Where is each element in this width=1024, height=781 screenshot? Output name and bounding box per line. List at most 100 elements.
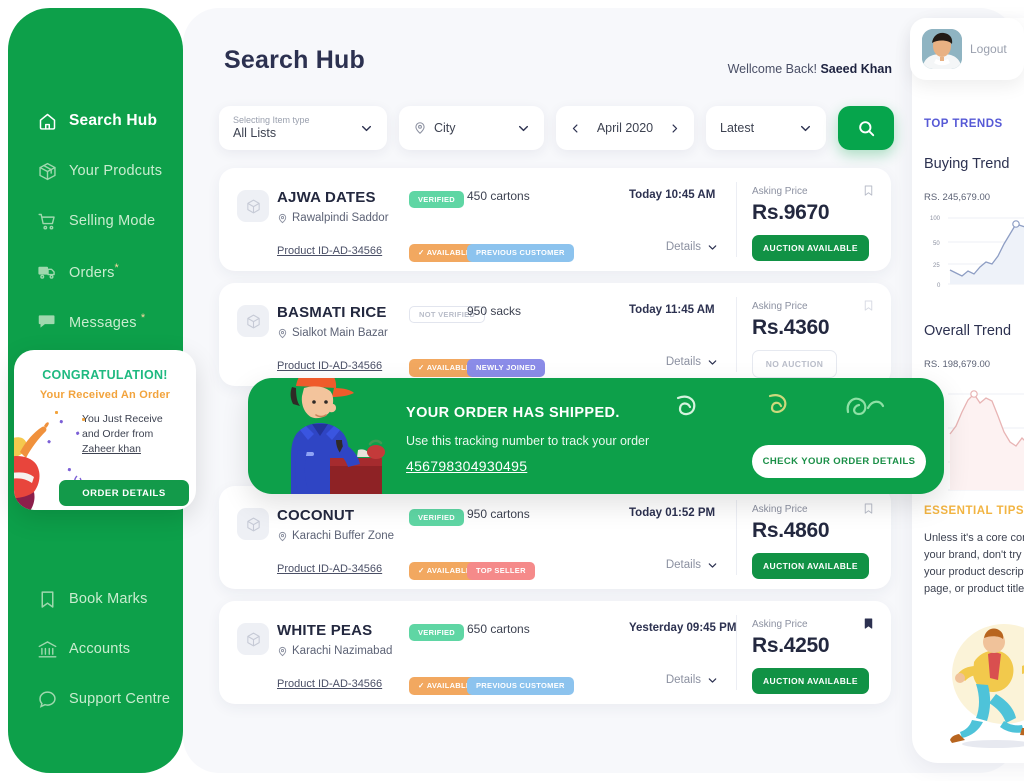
- details-label: Details: [665, 356, 701, 368]
- bookmark-icon[interactable]: [862, 616, 875, 636]
- auction-action-button[interactable]: AUCTION AVAILABLE: [752, 235, 869, 261]
- product-location-text: Sialkot Main Bazar: [292, 327, 388, 339]
- chevron-down-icon: [801, 125, 810, 131]
- product-card[interactable]: BASMATI RICE Sialkot Main Bazar NOT VERI…: [219, 283, 891, 386]
- chevron-down-icon: [708, 677, 717, 683]
- chevron-down-icon: [708, 359, 717, 365]
- app-root: Search Hub Your Prodcuts Selling Mode Or…: [0, 0, 1024, 781]
- details-toggle[interactable]: Details: [666, 559, 718, 571]
- location-pin-icon: [278, 213, 287, 223]
- sort-select[interactable]: Latest: [706, 106, 826, 150]
- asking-price-value: Rs.9670: [752, 201, 830, 224]
- details-toggle[interactable]: Details: [666, 241, 718, 253]
- location-pin-icon: [278, 531, 287, 541]
- product-location: Karachi Buffer Zone: [277, 530, 394, 542]
- bookmark-icon[interactable]: [862, 501, 875, 521]
- sidebar-item-book-marks[interactable]: Book Marks: [8, 574, 183, 624]
- auction-action-button[interactable]: AUCTION AVAILABLE: [752, 668, 869, 694]
- details-toggle[interactable]: Details: [666, 356, 718, 368]
- chevron-right-icon[interactable]: [669, 122, 680, 135]
- page-title: Search Hub: [224, 46, 365, 74]
- product-quantity: 950 cartons: [467, 507, 530, 521]
- details-toggle[interactable]: Details: [666, 674, 718, 686]
- month-value: April 2020: [596, 121, 654, 135]
- product-name: AJWA DATES: [277, 189, 376, 206]
- ship-banner-subtitle: Use this tracking number to track your o…: [406, 434, 650, 448]
- sidebar-item-orders[interactable]: Orders*: [8, 246, 183, 296]
- sidebar-item-label: Selling Mode: [69, 213, 156, 229]
- filter-bar: Selecting Item type All Lists City April…: [219, 106, 894, 150]
- customer-type-badge: PREVIOUS CUSTOMER: [467, 676, 574, 695]
- product-card[interactable]: AJWA DATES Rawalpindi Saddor VERIFIED 45…: [219, 168, 891, 271]
- sidebar-item-label: Orders*: [69, 261, 119, 281]
- tracking-number-link[interactable]: 456798304930495: [406, 458, 527, 474]
- product-id-link[interactable]: Product ID-AD-34566: [277, 360, 382, 372]
- product-location: Rawalpindi Saddor: [277, 212, 389, 224]
- verified-badge: VERIFIED: [409, 191, 464, 208]
- home-icon: [36, 110, 58, 132]
- auction-action-button[interactable]: NO AUCTION: [752, 350, 837, 378]
- bookmark-icon[interactable]: [862, 298, 875, 318]
- asking-price-value: Rs.4250: [752, 634, 830, 657]
- svg-text:50: 50: [933, 241, 940, 247]
- box-icon: [246, 632, 260, 646]
- product-id-link[interactable]: Product ID-AD-34566: [277, 678, 382, 690]
- sidebar-item-selling-mode[interactable]: Selling Mode: [8, 196, 183, 246]
- congratulation-card: CONGRATULATION! Your Received An Order Y…: [14, 350, 196, 510]
- box-icon: [36, 160, 58, 182]
- customer-type-badge: PREVIOUS CUSTOMER: [467, 243, 574, 262]
- decorative-squiggles: [676, 394, 885, 416]
- svg-text:0: 0: [937, 283, 941, 289]
- item-type-select[interactable]: Selecting Item type All Lists: [219, 106, 387, 150]
- customer-type-badge: TOP SELLER: [467, 561, 535, 580]
- buying-trend-title: Buying Trend: [924, 156, 1010, 172]
- search-icon: [858, 120, 874, 136]
- essential-tips-heading: ESSENTIAL TIPS: [924, 505, 1024, 517]
- top-trends-heading: TOP TRENDS: [924, 118, 1003, 130]
- logout-button[interactable]: Logout: [970, 42, 1007, 56]
- auction-action-button[interactable]: AUCTION AVAILABLE: [752, 553, 869, 579]
- truck-icon: [36, 260, 58, 282]
- product-card[interactable]: WHITE PEAS Karachi Nazimabad VERIFIED 65…: [219, 601, 891, 704]
- check-order-details-button[interactable]: CHECK YOUR ORDER DETAILS: [752, 445, 926, 478]
- essential-tips-text: Unless it's a core component of your bra…: [924, 532, 1024, 595]
- sidebar-item-your-products[interactable]: Your Prodcuts: [8, 146, 183, 196]
- product-id-link[interactable]: Product ID-AD-34566: [277, 245, 382, 257]
- asking-price-value: Rs.4360: [752, 316, 830, 339]
- sidebar-item-messages[interactable]: Messages *: [8, 296, 183, 346]
- svg-text:25: 25: [933, 263, 940, 269]
- product-timestamp: Today 11:45 AM: [629, 304, 715, 316]
- bookmark-icon[interactable]: [862, 183, 875, 203]
- bank-icon: [36, 638, 58, 660]
- month-stepper[interactable]: April 2020: [556, 106, 694, 150]
- sidebar-item-label: Search Hub: [69, 112, 158, 129]
- search-button[interactable]: [838, 106, 894, 150]
- product-id-link[interactable]: Product ID-AD-34566: [277, 563, 382, 575]
- asking-price-label: Asking Price: [752, 301, 808, 312]
- running-man-illustration: [950, 624, 1024, 748]
- order-details-button[interactable]: ORDER DETAILS: [59, 480, 189, 506]
- overall-trend-amount: RS. 198,679.00: [924, 359, 991, 370]
- asking-price-label: Asking Price: [752, 186, 808, 197]
- product-timestamp: Yesterday 09:45 PM: [629, 622, 737, 634]
- product-location: Sialkot Main Bazar: [277, 327, 388, 339]
- support-chat-icon: [36, 688, 58, 710]
- product-card[interactable]: COCONUT Karachi Buffer Zone VERIFIED 950…: [219, 486, 891, 589]
- product-name: COCONUT: [277, 507, 355, 524]
- product-quantity: 450 cartons: [467, 189, 530, 203]
- user-account-card[interactable]: Logout: [910, 18, 1024, 80]
- sidebar-item-search-hub[interactable]: Search Hub: [8, 96, 183, 146]
- welcome-message: Wellcome Back! Saeed Khan: [728, 62, 892, 76]
- product-thumbnail: [237, 305, 269, 337]
- location-pin-icon: [278, 328, 287, 338]
- sidebar-item-support-centre[interactable]: Support Centre: [8, 674, 183, 724]
- asking-price-value: Rs.4860: [752, 519, 830, 542]
- chevron-left-icon[interactable]: [570, 122, 581, 135]
- welcome-user-name: Saeed Khan: [820, 62, 892, 76]
- product-location: Karachi Nazimabad: [277, 645, 392, 657]
- sidebar-item-accounts[interactable]: Accounts: [8, 624, 183, 674]
- product-thumbnail: [237, 190, 269, 222]
- city-select[interactable]: City: [399, 106, 544, 150]
- chevron-down-icon: [362, 125, 371, 131]
- details-label: Details: [665, 674, 701, 686]
